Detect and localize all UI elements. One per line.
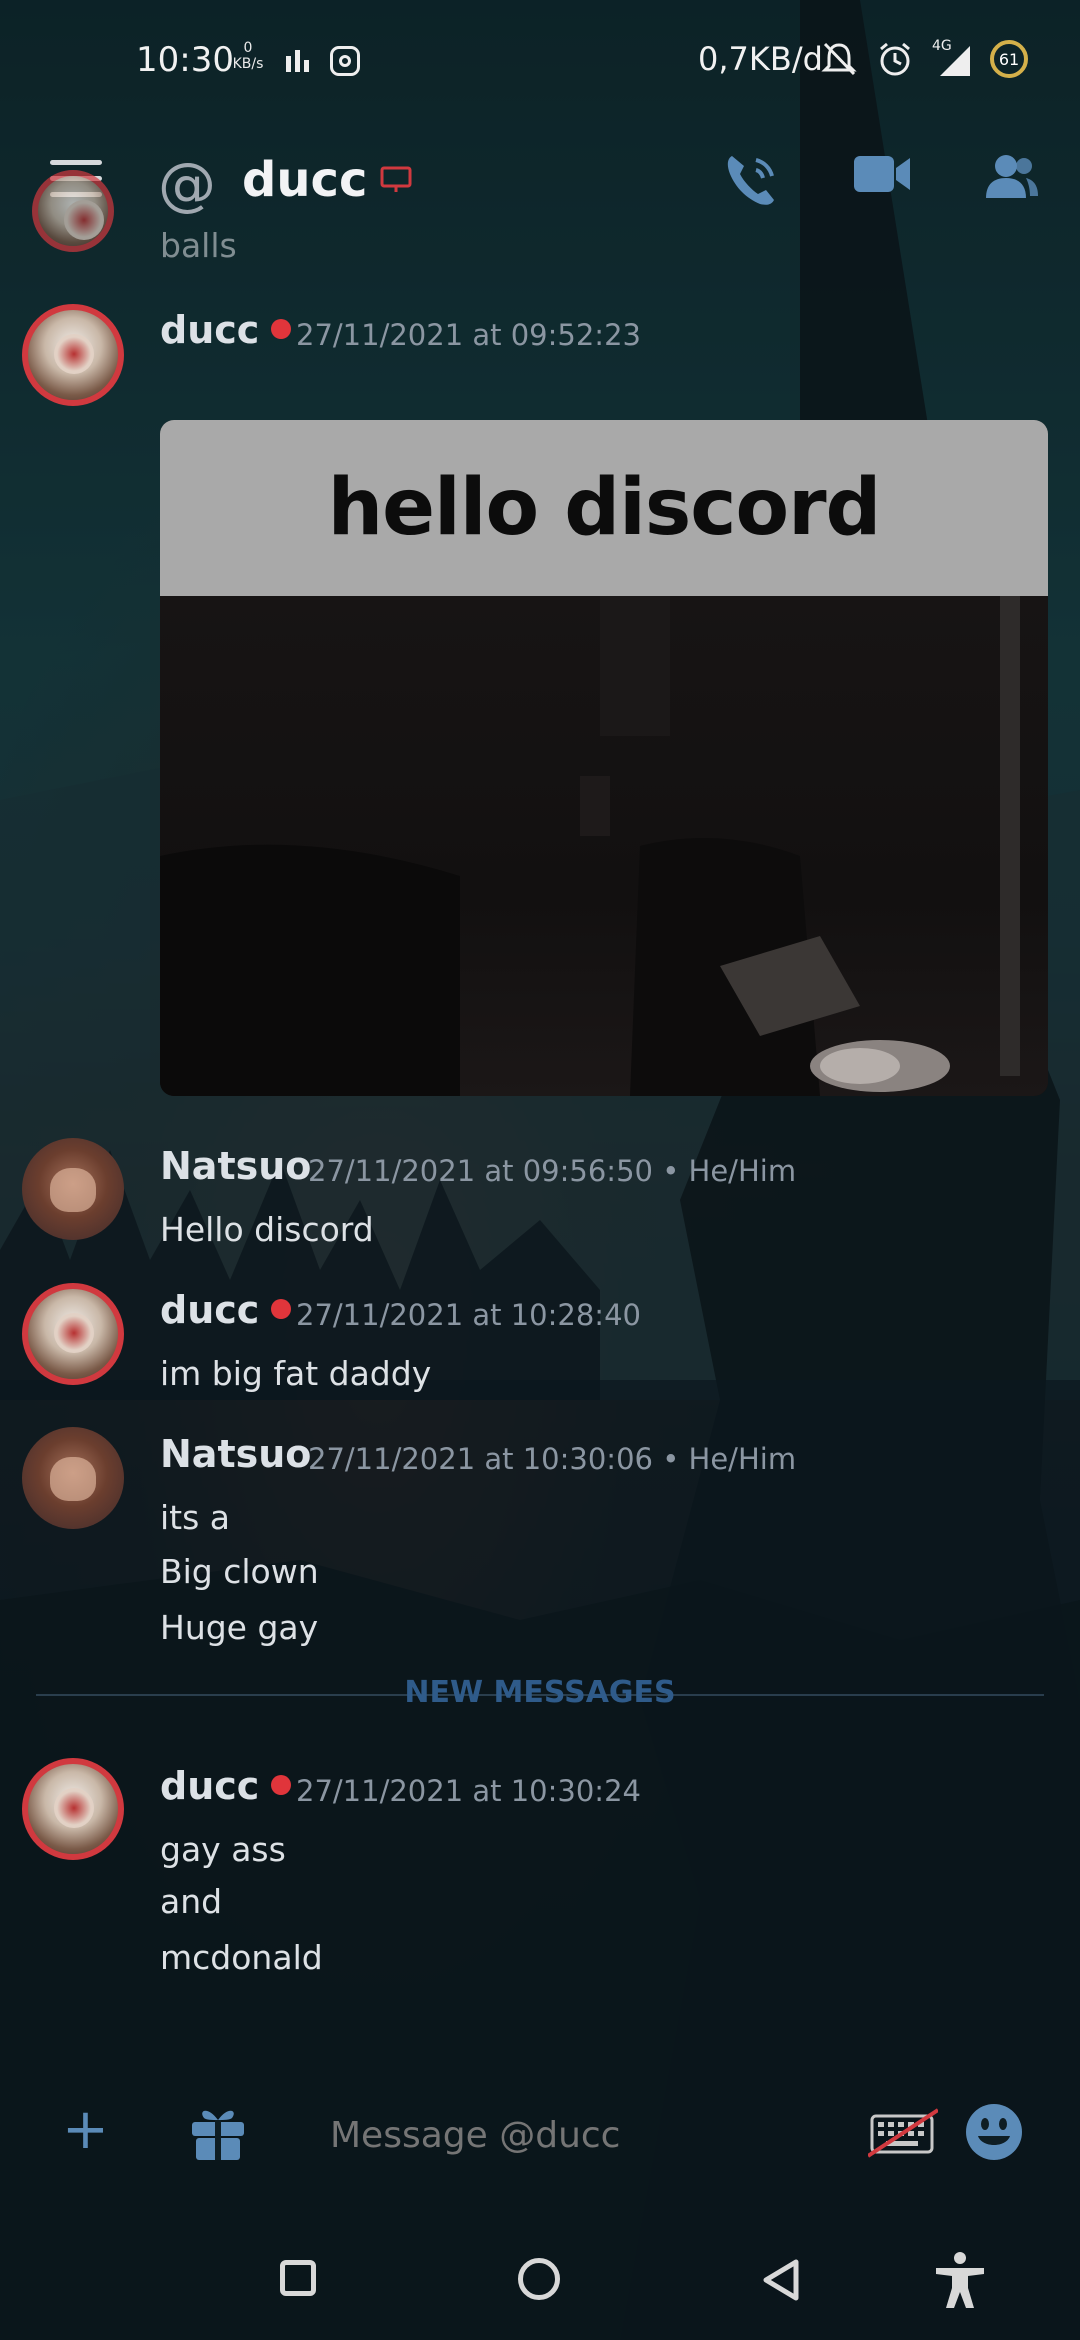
timestamp: 27/11/2021 at 10:28:40 [296,1298,641,1332]
dnd-status-icon [271,1298,292,1319]
username[interactable]: ducc [160,308,292,352]
video-icon[interactable] [852,152,912,196]
keyboard-toggle-icon[interactable] [868,2108,938,2158]
message-text: its a [160,1498,231,1537]
kbs-value: 0 [243,40,253,56]
recents-button[interactable] [280,2260,316,2296]
status-kbs: 0 KB/s [228,40,268,72]
status-data-usage: 0,7KB/d [698,40,823,78]
message-composer: + [0,2080,1080,2190]
emoji-icon[interactable] [964,2102,1024,2162]
bell-muted-icon [821,42,857,76]
system-nav-bar [0,2220,1080,2340]
timestamp: 27/11/2021 at 10:30:06 [308,1442,653,1476]
message-text: Huge gay [160,1608,319,1647]
gift-icon[interactable] [188,2102,248,2162]
message-text: mcdonald [160,1938,323,1977]
avatar[interactable] [22,1283,124,1385]
back-button[interactable] [760,2258,802,2302]
message-text: Big clown [160,1552,319,1591]
image-scene [160,596,1048,1096]
username[interactable]: ducc [160,1764,292,1808]
pronouns: He/Him [688,1154,797,1188]
members-icon[interactable] [982,152,1040,200]
avatar[interactable] [22,1138,124,1240]
signal-activity-icon [286,50,309,72]
status-time: 10:30 [136,40,234,80]
message-text: and [160,1882,223,1921]
channel-title[interactable]: ducc [242,152,367,208]
home-button[interactable] [518,2258,560,2300]
avatar[interactable] [22,304,124,406]
username[interactable]: ducc [160,1288,292,1332]
timestamp: 27/11/2021 at 10:30:24 [296,1774,641,1808]
pronouns: He/Him [688,1442,797,1476]
message-text: balls [160,226,237,265]
timestamp-line: 27/11/2021 at 10:30:06 • He/Him [308,1442,797,1476]
avatar[interactable] [22,1427,124,1529]
kbs-unit: KB/s [232,56,264,72]
image-caption: hello discord [327,463,882,553]
new-messages-label-wrap: NEW MESSAGES [0,1675,1080,1710]
timestamp: 27/11/2021 at 09:56:50 [308,1154,653,1188]
image-attachment[interactable]: hello discord [160,420,1048,1096]
accessibility-icon[interactable] [932,2250,988,2310]
channel-header: @ ducc [0,120,1080,240]
username[interactable]: Natsuo [160,1144,311,1188]
username[interactable]: Natsuo [160,1432,311,1476]
avatar[interactable] [32,170,114,252]
screen-icon [380,166,412,192]
message-text: Hello discord [160,1210,374,1249]
status-bar: 10:30 0 KB/s 0,7KB/d 4G 61 [0,0,1080,120]
dnd-status-icon [271,318,292,339]
username-text: ducc [160,1288,260,1332]
call-icon[interactable] [720,148,782,210]
username-text: ducc [160,1764,260,1808]
status-right-icons: 4G 61 [820,38,1028,78]
message-input[interactable] [328,2114,852,2157]
message-text: gay ass [160,1830,286,1869]
message-text: im big fat daddy [160,1354,432,1393]
cell-signal-icon: 4G [932,38,972,78]
username-text: ducc [160,308,260,352]
timestamp: 27/11/2021 at 09:52:23 [296,318,641,352]
add-attachment-button[interactable]: + [62,2102,109,2158]
dm-at-icon: @ [158,150,216,218]
new-messages-label: NEW MESSAGES [386,1675,693,1710]
avatar[interactable] [22,1758,124,1860]
alarm-icon [880,42,910,76]
battery-indicator: 61 [990,40,1028,78]
timestamp-line: 27/11/2021 at 09:56:50 • He/Him [308,1154,797,1188]
dnd-status-icon [271,1774,292,1795]
instagram-icon [330,46,360,76]
